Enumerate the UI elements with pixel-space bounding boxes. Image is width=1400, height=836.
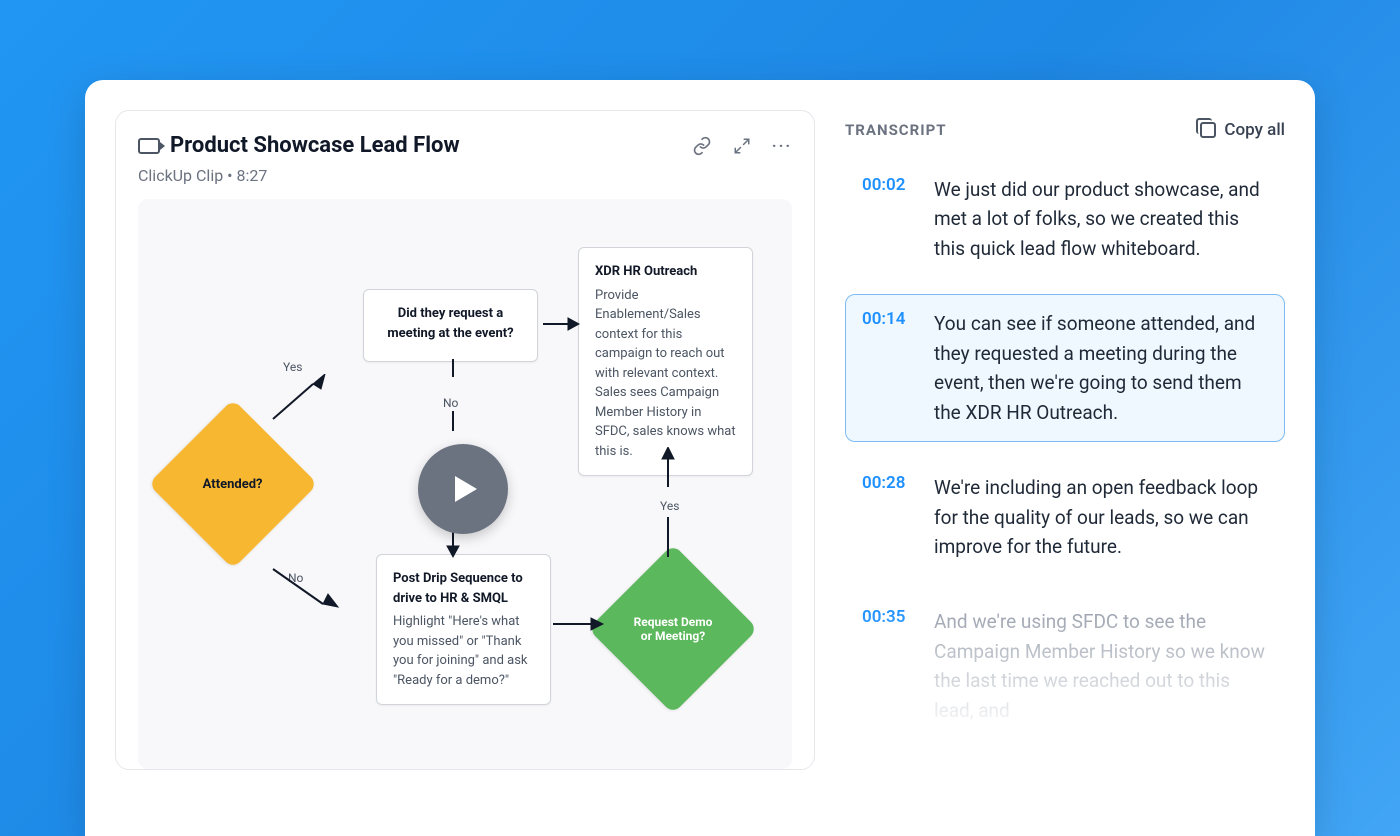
clip-title-wrap: Product Showcase Lead Flow	[138, 133, 460, 158]
transcript-row[interactable]: 00:35 And we're using SFDC to see the Ca…	[845, 592, 1285, 740]
box-drip-body: Highlight "Here's what you missed" or "T…	[393, 612, 534, 690]
box-xdr-body: Provide Enablement/Sales context for thi…	[595, 286, 736, 462]
clip-panel: Product Showcase Lead Flow ···	[115, 110, 815, 770]
transcript-row[interactable]: 00:02 We just did our product showcase, …	[845, 160, 1285, 278]
transcript-text: We just did our product showcase, and me…	[934, 175, 1268, 263]
box-meeting-title: Did they request a meeting at the event?	[380, 304, 521, 343]
box-meeting-question: Did they request a meeting at the event?	[363, 289, 538, 362]
transcript-row[interactable]: 00:14 You can see if someone attended, a…	[845, 294, 1285, 442]
clip-duration: 8:27	[237, 166, 268, 185]
box-xdr-title: XDR HR Outreach	[595, 262, 736, 282]
clip-header: Product Showcase Lead Flow ···	[138, 133, 792, 158]
transcript-row[interactable]: 00:28 We're including an open feedback l…	[845, 458, 1285, 576]
box-post-drip: Post Drip Sequence to drive to HR & SMQL…	[376, 554, 551, 705]
transcript-text: And we're using SFDC to see the Campaign…	[934, 607, 1268, 725]
label-yes-1: Yes	[283, 360, 302, 374]
more-icon[interactable]: ···	[772, 136, 792, 156]
diamond-attended-label: Attended?	[203, 476, 263, 491]
copy-all-button[interactable]: Copy all	[1200, 120, 1285, 140]
copy-all-label: Copy all	[1224, 120, 1285, 140]
transcript-text: We're including an open feedback loop fo…	[934, 473, 1268, 561]
app-card: Product Showcase Lead Flow ···	[85, 80, 1315, 836]
transcript-panel: TRANSCRIPT Copy all 00:02 We just did ou…	[845, 110, 1285, 836]
box-drip-title: Post Drip Sequence to drive to HR & SMQL	[393, 569, 534, 608]
transcript-time: 00:02	[862, 175, 912, 263]
expand-icon[interactable]	[732, 136, 752, 156]
link-icon[interactable]	[692, 136, 712, 156]
clip-canvas[interactable]: Attended? Request Demo or Meeting? Did t…	[138, 199, 792, 769]
diamond-request: Request Demo or Meeting?	[588, 544, 758, 714]
clip-source: ClickUp Clip	[138, 166, 223, 185]
clip-actions: ···	[692, 136, 792, 156]
diamond-attended: Attended?	[148, 399, 318, 569]
transcript-time: 00:14	[862, 309, 912, 427]
transcript-time: 00:35	[862, 607, 912, 725]
diamond-request-label: Request Demo or Meeting?	[633, 615, 713, 643]
transcript-list: 00:02 We just did our product showcase, …	[845, 160, 1285, 740]
play-button[interactable]	[418, 444, 508, 534]
copy-icon	[1200, 122, 1216, 138]
clip-subtitle: ClickUp Clip • 8:27	[138, 166, 792, 185]
box-xdr-outreach: XDR HR Outreach Provide Enablement/Sales…	[578, 247, 753, 476]
transcript-title: TRANSCRIPT	[845, 121, 947, 139]
transcript-header: TRANSCRIPT Copy all	[845, 120, 1285, 140]
video-icon	[138, 138, 160, 154]
transcript-time: 00:28	[862, 473, 912, 561]
transcript-text: You can see if someone attended, and the…	[934, 309, 1268, 427]
clip-title: Product Showcase Lead Flow	[170, 133, 460, 158]
